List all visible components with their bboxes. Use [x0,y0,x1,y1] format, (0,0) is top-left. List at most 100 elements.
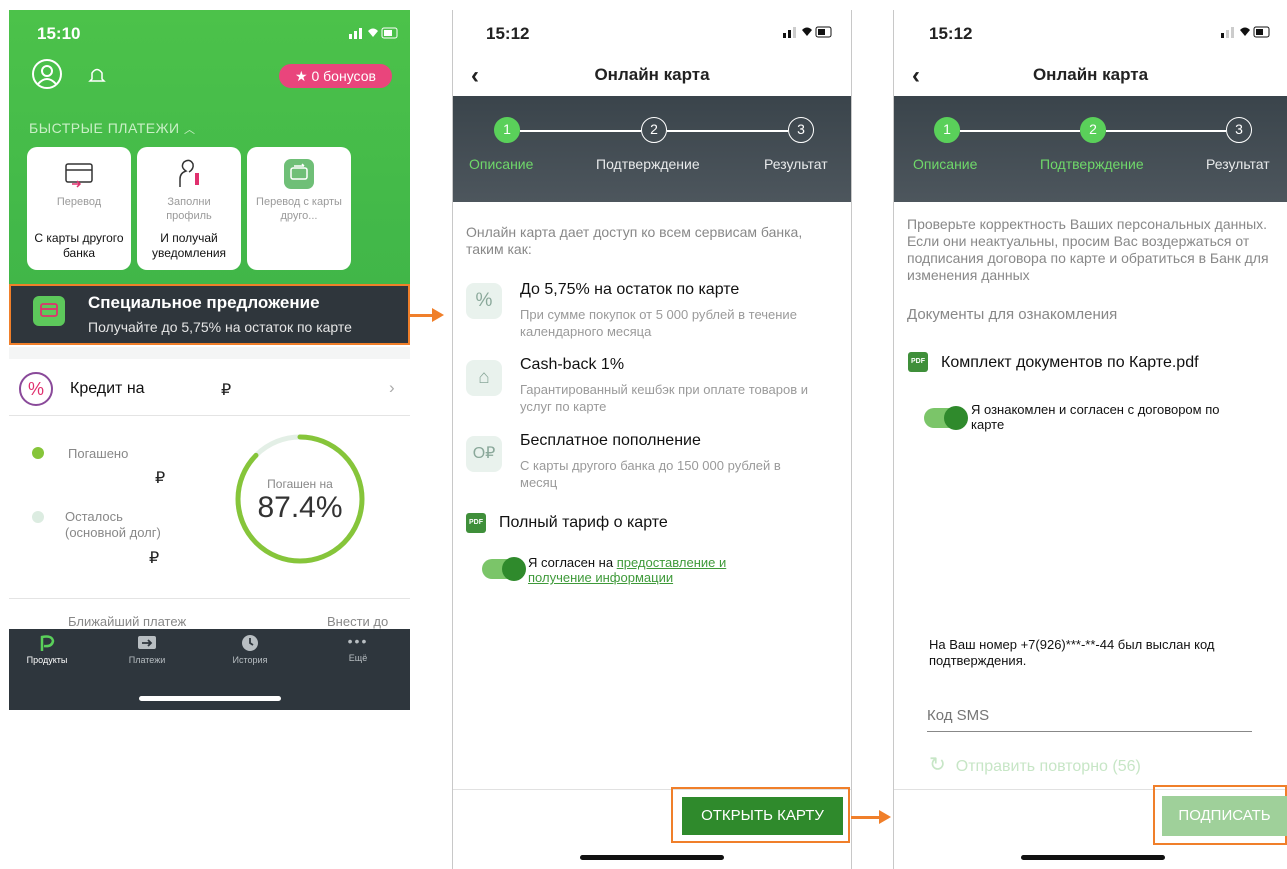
sms-code-input[interactable] [927,700,1252,732]
offer-card-icon [33,296,65,326]
tariff-link[interactable]: Полный тариф о карте [499,514,668,532]
step-2: 2 [641,117,667,143]
step-label-result: Результат [764,156,828,172]
home-indicator [580,855,724,860]
signal-wifi-battery-icon [783,26,832,38]
credit-row[interactable]: % Кредит на ₽ › [9,360,410,416]
pay-by-label: Внести до [327,614,389,629]
remaining-currency: ₽ [149,550,160,567]
tab-products[interactable]: Продукты [12,633,82,665]
refresh-icon: ↻ [929,754,946,776]
step-2: 2 [1080,117,1106,143]
signal-wifi-battery-icon [349,27,398,39]
tile-top-text: Перевод [56,196,102,208]
agreement-toggle[interactable] [924,406,968,430]
divider [9,347,410,359]
consent-toggle[interactable] [482,557,526,581]
tile-bottom-text: С карты другого банка [34,231,124,260]
pdf-icon: PDF [466,513,486,533]
percent-icon: % [19,372,53,406]
payments-icon [138,636,156,649]
gift-icon: ⌂ [466,360,502,396]
agreement-text: Я ознакомлен и согласен с договором по к… [971,402,1220,432]
screen-online-card-confirmation: 15:12 ‹ Онлайн карта 1 2 3 Описание Подт… [894,10,1287,869]
intro-text: Онлайн карта дает доступ ко всем сервиса… [466,224,803,257]
tab-label: Продукты [26,655,68,665]
paid-label: Погашено [68,446,129,461]
tab-label: История [232,655,268,665]
docs-heading: Документы для ознакомления [907,306,1118,323]
status-icons [349,26,399,40]
page-title: Онлайн карта [1032,65,1149,84]
more-dots-icon: ••• [347,633,369,649]
step-label-description: Описание [913,156,978,172]
feature-title: Бесплатное пополнение [520,432,701,449]
credit-label: Кредит на [70,380,145,397]
feature-subtitle: С карты другого банка до 150 000 рублей … [520,458,781,490]
profile-icon[interactable] [32,59,62,89]
separator [851,10,852,869]
step-label-confirmation: Подтверждение [596,156,700,172]
step-3: 3 [1226,117,1252,143]
screen-online-card-description: 15:12 ‹ Онлайн карта 1 2 3 Описание Подт… [453,10,851,869]
flow-arrow [410,314,434,317]
tab-payments[interactable]: Платежи [112,633,182,665]
page-title: Онлайн карта [594,65,710,84]
remaining-label: Осталось (основной долг) [65,509,161,540]
signal-wifi-battery-icon [1221,26,1270,38]
quick-payments-label[interactable]: БЫСТРЫЕ ПЛАТЕЖИ ︿ [29,120,196,137]
tab-more[interactable]: ••• Ещё [323,633,393,663]
feature-title: До 5,75% на остаток по карте [520,281,740,298]
documents-file-link[interactable]: Комплект документов по Карте.pdf [941,354,1199,372]
special-title: Специальное предложение [88,293,320,312]
tab-history[interactable]: История [215,633,285,665]
open-card-button[interactable]: ОТКРЫТЬ КАРТУ [682,797,843,835]
chevron-right-icon: › [389,378,395,397]
products-icon [40,635,55,651]
step-label-result: Результат [1206,156,1270,172]
tile-profile[interactable]: Заполни профиль И получай уведомления [137,147,241,270]
paid-dot [32,447,44,459]
card-transfer-icon [65,163,93,188]
consent-prefix: Я согласен на [528,555,617,570]
percent-icon: % [466,283,502,319]
screen-products: 15:10 ★ 0 бонусов БЫСТРЫЕ ПЛАТЕЖИ ︿ Пере… [9,10,410,710]
tile-top-text: Заполни профиль [166,196,212,222]
feature-title: Cash-back 1% [520,356,625,373]
resend-label: Отправить повторно (56) [955,758,1141,775]
sign-button[interactable]: ПОДПИСАТЬ [1162,796,1287,836]
status-time: 15:12 [486,24,530,43]
step-line [1106,130,1226,132]
stepper [894,96,1287,202]
feature-subtitle: При сумме покупок от 5 000 рублей в тече… [520,307,797,339]
special-offer-banner[interactable]: Специальное предложение Получайте до 5,7… [9,284,410,345]
tab-label: Платежи [128,655,166,665]
step-label-description: Описание [469,156,534,172]
step-3: 3 [788,117,814,143]
credit-currency: ₽ [221,382,232,399]
gauge-value: 87.4% [257,491,343,524]
home-indicator [1021,855,1165,860]
topup-ruble-icon: O₽ [466,436,502,472]
clock-icon [242,635,258,651]
status-time: 15:10 [37,24,81,43]
tile-transfer-other[interactable]: Перевод с карты друго... [247,147,351,270]
pdf-icon: PDF [908,352,928,372]
tile-transfer[interactable]: Перевод С карты другого банка [27,147,131,270]
consent-text: Я согласен на предоставление и получение… [528,555,758,585]
flow-arrow-head [879,810,891,824]
flow-arrow-head [432,308,444,322]
step-line [520,130,641,132]
transfer-card-icon [284,159,314,189]
gauge-label: Погашен на [267,477,333,491]
bell-icon[interactable] [88,65,106,85]
home-indicator [139,696,281,701]
step-line [960,130,1080,132]
resend-row[interactable]: ↻ Отправить повторно (56) [929,752,1141,777]
bottom-tab-bar: Продукты Платежи История ••• Ещё [9,629,410,710]
special-subtitle: Получайте до 5,75% на остаток по карте [88,319,352,335]
feature-subtitle: Гарантированный кешбэк при оплате товаро… [520,382,809,414]
stepper [453,96,851,202]
bonus-badge[interactable]: ★ 0 бонусов [279,64,392,88]
remaining-dot [32,511,44,523]
